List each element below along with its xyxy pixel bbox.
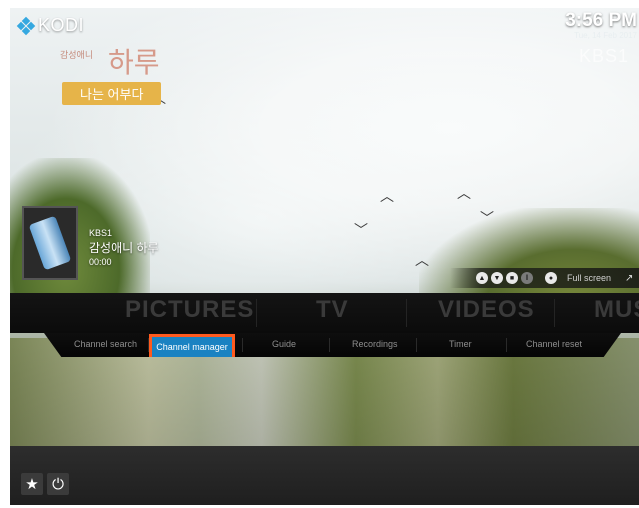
show-title-small: 감성애니 bbox=[60, 50, 94, 60]
app-name: KODI bbox=[38, 15, 85, 35]
channel-watermark: KBS1 bbox=[578, 46, 629, 66]
sub-menu-timer[interactable]: Timer bbox=[449, 339, 472, 349]
main-menu-divider bbox=[554, 299, 555, 327]
sub-menu-channel-manager[interactable]: Channel manager bbox=[149, 334, 235, 357]
now-playing-thumbnail[interactable] bbox=[22, 206, 78, 280]
sub-menu-recordings[interactable]: Recordings bbox=[352, 339, 398, 349]
favourites-button[interactable]: ★ bbox=[21, 473, 43, 495]
film-icon bbox=[28, 215, 72, 271]
sub-menu-divider bbox=[329, 338, 330, 352]
pin-icon[interactable]: ↗ bbox=[625, 273, 633, 284]
now-playing-time: 00:00 bbox=[89, 257, 112, 267]
sub-menu-channel-manager-label: Channel manager bbox=[156, 342, 228, 352]
pause-icon[interactable]: ‖ bbox=[521, 272, 533, 284]
sub-menu-divider bbox=[242, 338, 243, 352]
sub-menu-channel-search[interactable]: Channel search bbox=[74, 339, 137, 349]
bird-icon: ︿ bbox=[457, 185, 471, 201]
star-icon: ★ bbox=[25, 476, 39, 493]
bottom-bar: ★ ⏻ bbox=[10, 446, 639, 505]
show-title-big: 하루 bbox=[108, 46, 160, 79]
main-menu-divider bbox=[256, 299, 257, 327]
show-tag: 나는 어부다 bbox=[62, 82, 162, 105]
sub-menu-divider bbox=[416, 338, 417, 352]
now-playing-info: KBS1 감성애니 하루 00:00 bbox=[89, 228, 159, 267]
power-button[interactable]: ⏻ bbox=[47, 473, 69, 495]
main-menu: PICTURES TV VIDEOS MUS bbox=[10, 293, 639, 333]
main-menu-item-music[interactable]: MUS bbox=[594, 296, 639, 324]
player-controls: ▲ ▼ ■ ‖ ● Full screen ↗ bbox=[450, 268, 639, 288]
stop-icon[interactable]: ■ bbox=[506, 272, 518, 284]
main-menu-divider bbox=[406, 299, 407, 327]
record-icon[interactable]: ● bbox=[545, 272, 557, 284]
clock-date: Tue, 14 Feb 2017 bbox=[574, 31, 637, 40]
next-icon[interactable]: ▼ bbox=[491, 272, 503, 284]
prev-icon[interactable]: ▲ bbox=[476, 272, 488, 284]
main-menu-item-pictures[interactable]: PICTURES bbox=[125, 296, 254, 324]
main-menu-item-videos[interactable]: VIDEOS bbox=[438, 296, 535, 324]
kodi-screen: ︿ ︿ ﹀ ﹀ ︿ ︿ KODI 3:56 PM Tue, 14 Feb 201… bbox=[10, 8, 639, 505]
clock: 3:56 PM Tue, 14 Feb 2017 bbox=[565, 10, 637, 40]
fullscreen-button[interactable]: Full screen bbox=[567, 273, 611, 283]
tv-sub-menu: Channel search Channel manager Guide Rec… bbox=[44, 333, 621, 357]
main-menu-item-tv[interactable]: TV bbox=[316, 296, 349, 324]
now-playing-channel: KBS1 bbox=[89, 228, 113, 238]
kodi-logo-icon bbox=[16, 16, 36, 35]
sub-menu-channel-reset[interactable]: Channel reset bbox=[526, 339, 582, 349]
bird-icon: ︿ bbox=[380, 188, 394, 204]
kodi-logo: KODI bbox=[16, 15, 85, 36]
sub-menu-guide[interactable]: Guide bbox=[272, 339, 296, 349]
power-icon: ⏻ bbox=[52, 475, 64, 493]
sub-menu-divider bbox=[506, 338, 507, 352]
now-playing-title: 감성애니 하루 bbox=[89, 241, 159, 255]
clock-time: 3:56 PM bbox=[565, 10, 637, 31]
